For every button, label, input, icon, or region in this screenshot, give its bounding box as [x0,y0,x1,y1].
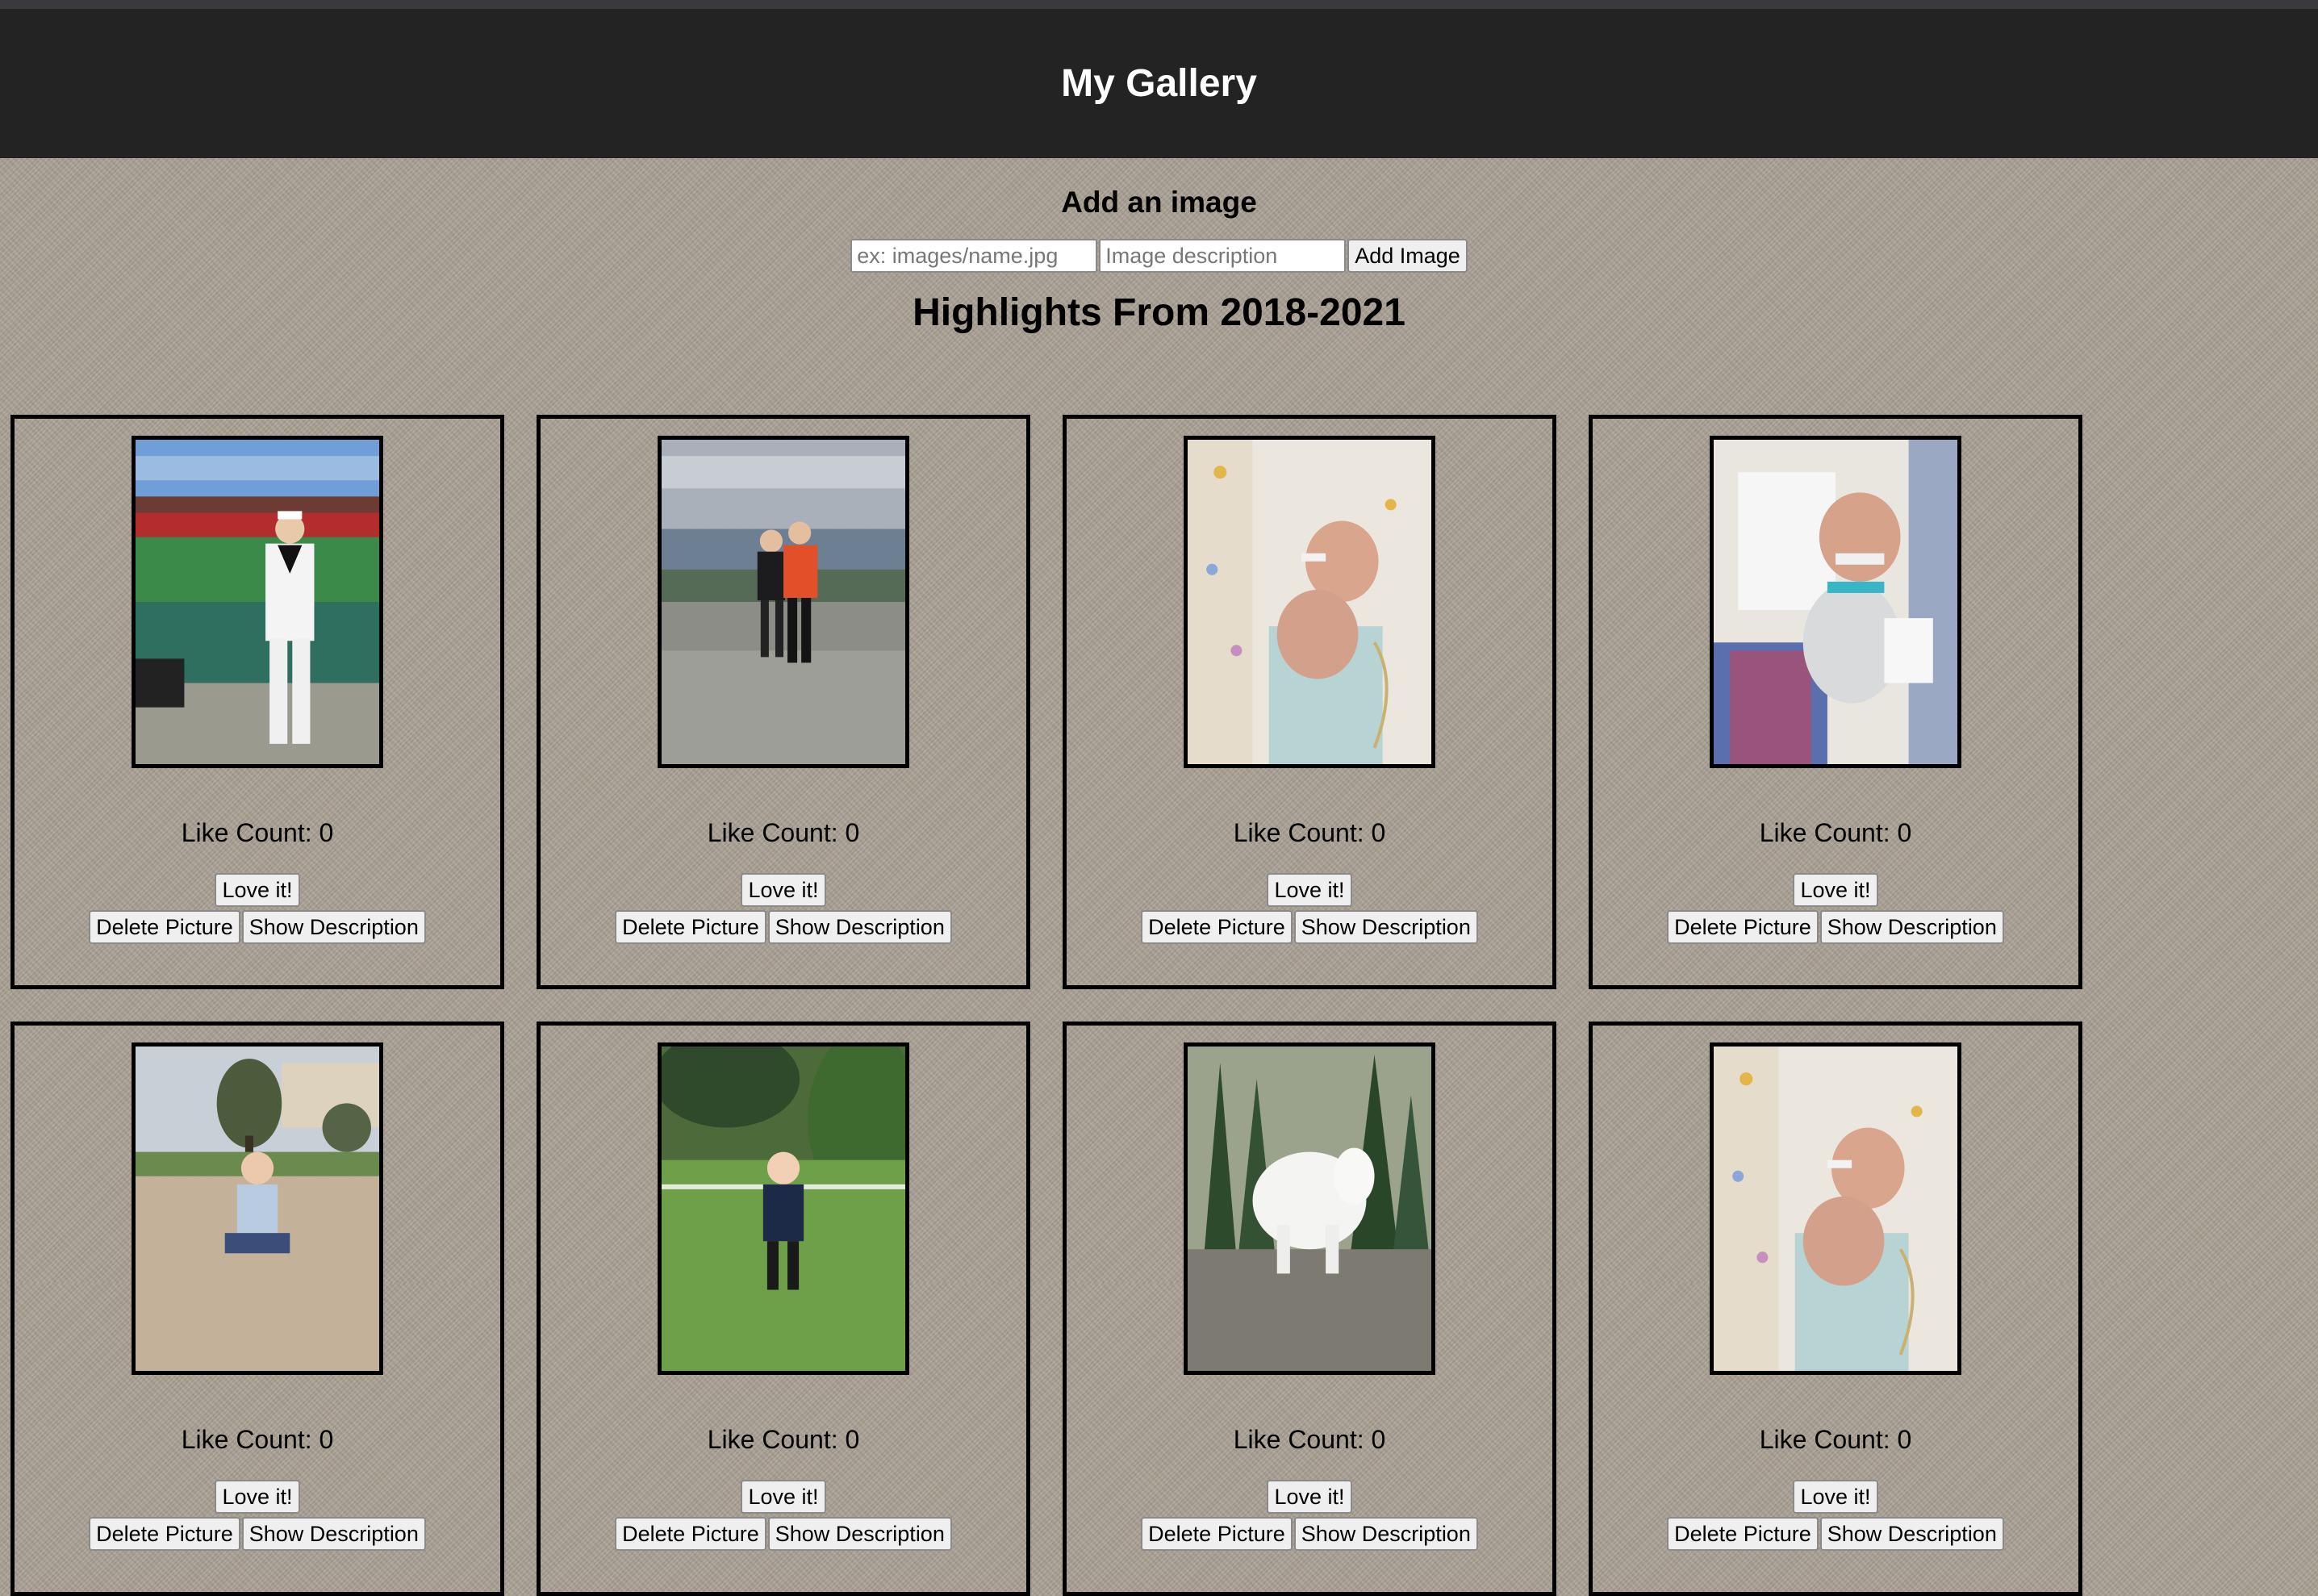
page-header: My Gallery [0,9,2318,158]
gallery-photo[interactable] [658,1042,909,1375]
show-description-button[interactable]: Show Description [1293,910,1478,944]
gallery-card: Like Count: 0 Love it! Delete Picture Sh… [537,1022,1030,1596]
gallery-grid: Like Count: 0 Love it! Delete Picture Sh… [10,415,2108,1596]
image-description-input[interactable] [1099,239,1347,273]
photo-toddler-on-sand [136,1047,379,1371]
gallery-photo[interactable] [1184,436,1435,768]
photo-couple-on-mountain [662,440,905,764]
love-button[interactable]: Love it! [215,873,300,907]
like-count: Like Count: 0 [181,818,334,847]
delete-picture-button[interactable]: Delete Picture [615,1517,766,1551]
gallery-photo[interactable] [658,436,909,768]
photo-toddler-in-garden [662,1047,905,1371]
love-button[interactable]: Love it! [741,1480,826,1514]
like-count: Like Count: 0 [1759,1425,1912,1454]
add-image-button[interactable]: Add Image [1347,239,1468,273]
photo-newborn-in-blanket [1188,440,1431,764]
like-count: Like Count: 0 [707,818,860,847]
gallery-photo[interactable] [1710,1042,1961,1375]
gallery-card: Like Count: 0 Love it! Delete Picture Sh… [1063,415,1556,989]
love-button[interactable]: Love it! [215,1480,300,1514]
page-title: My Gallery [1061,62,1257,105]
gallery-card: Like Count: 0 Love it! Delete Picture Sh… [537,415,1030,989]
show-description-button[interactable]: Show Description [241,1517,426,1551]
gallery-photo[interactable] [132,1042,383,1375]
image-url-input[interactable] [850,239,1098,273]
like-count: Like Count: 0 [707,1425,860,1454]
love-button[interactable]: Love it! [1793,1480,1878,1514]
show-description-button[interactable]: Show Description [1293,1517,1478,1551]
show-description-button[interactable]: Show Description [1819,910,2004,944]
gallery-card: Like Count: 0 Love it! Delete Picture Sh… [1589,1022,2082,1596]
gallery-card: Like Count: 0 Love it! Delete Picture Sh… [10,415,504,989]
love-button[interactable]: Love it! [1267,873,1352,907]
delete-picture-button[interactable]: Delete Picture [1141,1517,1293,1551]
delete-picture-button[interactable]: Delete Picture [1667,910,1819,944]
gallery-title: Highlights From 2018-2021 [913,291,1405,334]
delete-picture-button[interactable]: Delete Picture [1141,910,1293,944]
like-count: Like Count: 0 [1233,818,1386,847]
love-button[interactable]: Love it! [741,873,826,907]
gallery-card: Like Count: 0 Love it! Delete Picture Sh… [1063,1022,1556,1596]
like-count: Like Count: 0 [181,1425,334,1454]
photo-newborn-in-blanket [1714,1047,1957,1371]
photo-sailor-at-ballpark [136,440,379,764]
show-description-button[interactable]: Show Description [767,910,952,944]
browser-top-strip [0,0,2318,9]
add-image-form: Add Image [0,239,2318,273]
gallery-photo[interactable] [1184,1042,1435,1375]
show-description-button[interactable]: Show Description [767,1517,952,1551]
show-description-button[interactable]: Show Description [241,910,426,944]
love-button[interactable]: Love it! [1793,873,1878,907]
like-count: Like Count: 0 [1233,1425,1386,1454]
show-description-button[interactable]: Show Description [1819,1517,2004,1551]
gallery-card: Like Count: 0 Love it! Delete Picture Sh… [1589,415,2082,989]
photo-mountain-goat [1188,1047,1431,1371]
delete-picture-button[interactable]: Delete Picture [1667,1517,1819,1551]
add-image-heading: Add an image [1061,186,1257,219]
like-count: Like Count: 0 [1759,818,1912,847]
delete-picture-button[interactable]: Delete Picture [615,910,766,944]
photo-newborn-in-crib [1714,440,1957,764]
love-button[interactable]: Love it! [1267,1480,1352,1514]
gallery-photo[interactable] [132,436,383,768]
delete-picture-button[interactable]: Delete Picture [89,910,240,944]
gallery-card: Like Count: 0 Love it! Delete Picture Sh… [10,1022,504,1596]
delete-picture-button[interactable]: Delete Picture [89,1517,240,1551]
gallery-photo[interactable] [1710,436,1961,768]
